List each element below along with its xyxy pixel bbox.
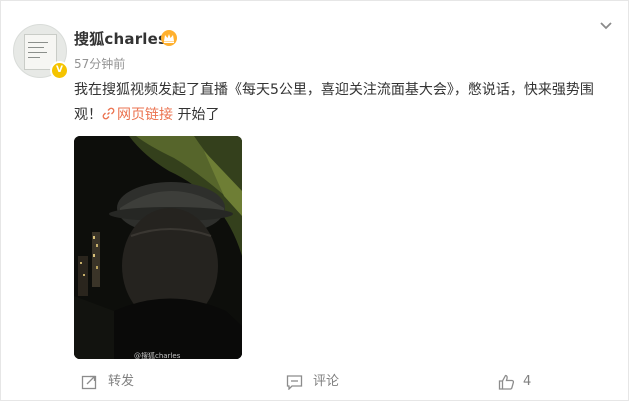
post-timestamp[interactable]: 57分钟前	[74, 55, 125, 72]
link-icon	[102, 107, 115, 120]
share-icon	[81, 375, 97, 390]
post-text: 我在搜狐视频发起了直播《每天5公里，喜迎关注流面基大会》，憋说话，快来强势围观！…	[74, 78, 614, 128]
video-thumbnail[interactable]	[74, 136, 242, 359]
repost-button[interactable]: 转发	[81, 367, 161, 397]
like-button[interactable]: 4	[498, 367, 558, 397]
verified-badge-icon: V	[50, 61, 69, 80]
avatar-photo-line	[28, 42, 48, 43]
video-watermark: @搜狐charles	[134, 352, 181, 360]
action-bar: 转发 评论 4	[1, 367, 628, 397]
crown-icon[interactable]	[160, 29, 178, 47]
web-link-label: 网页链接	[117, 107, 173, 123]
chevron-down-icon[interactable]	[598, 20, 614, 32]
thumbs-up-icon	[498, 374, 515, 390]
post-text-tail: 开始了	[173, 107, 220, 123]
like-count: 4	[523, 374, 532, 389]
comment-label: 评论	[313, 374, 340, 389]
web-link[interactable]: 网页链接	[102, 107, 173, 123]
avatar-photo-line	[28, 52, 47, 53]
repost-label: 转发	[108, 374, 135, 389]
weibo-post-card: V 搜狐charles 57分钟前 我在搜狐视频发起了直播《每天5公里，喜迎关注…	[0, 0, 629, 401]
comment-button[interactable]: 评论	[286, 367, 366, 397]
avatar-photo-line	[28, 57, 40, 58]
avatar-photo-line	[28, 47, 44, 48]
comment-icon	[286, 375, 303, 390]
username[interactable]: 搜狐charles	[74, 28, 167, 49]
video-frame-image	[74, 136, 242, 359]
